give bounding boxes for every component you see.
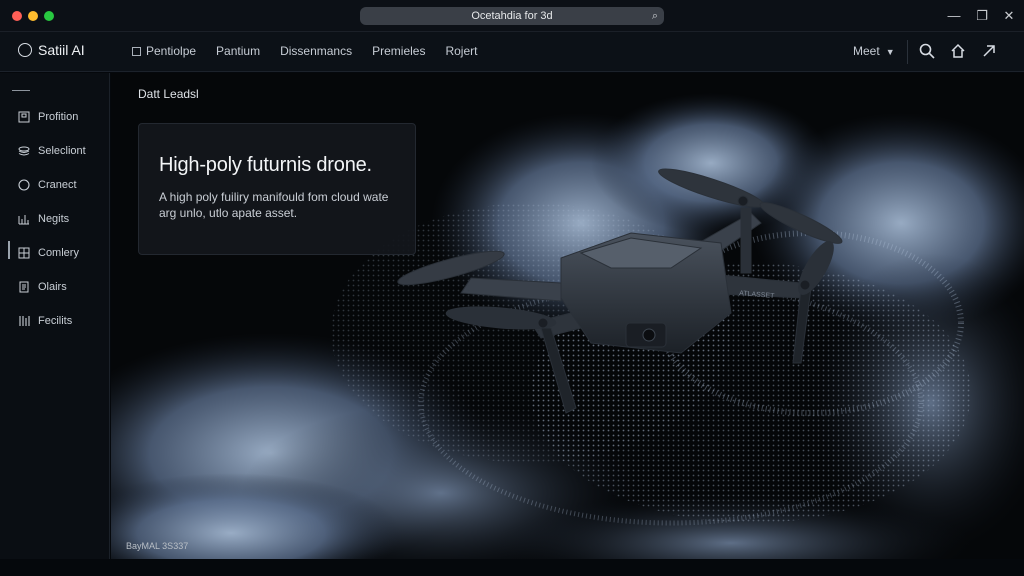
minimize-window-button[interactable] (28, 11, 38, 21)
info-card: High-poly futurnis drone. A high poly fu… (138, 123, 416, 255)
circle-icon (18, 179, 30, 191)
doc-icon (18, 281, 30, 293)
url-title: Ocetahdia for 3d (471, 10, 553, 22)
section-label: Datt Leadsl (138, 87, 199, 101)
nav-item-dissenmancs[interactable]: Dissenmancs (280, 44, 352, 58)
sidebar-item-label: Negits (38, 213, 70, 225)
sidebar-item-label: Profition (38, 111, 79, 123)
close-icon[interactable]: ✕ (1001, 8, 1017, 24)
main-canvas: ATLASSET Datt Leadsl High-poly futurnis … (111, 73, 1024, 559)
brand-name: Satiil AI (38, 42, 85, 58)
sidebar-active-indicator (8, 241, 10, 259)
meet-label: Meet (853, 44, 880, 58)
url-bar[interactable]: Ocetahdia for 3d ⌕ (360, 7, 664, 25)
nav-item-premieles[interactable]: Premieles (372, 44, 425, 58)
brand-logo-icon (18, 43, 32, 57)
card-title: High-poly futurnis drone. (159, 154, 372, 176)
sidebar-item-label: Comlery (38, 247, 79, 259)
layers-icon (18, 145, 30, 157)
maximize-window-button[interactable] (44, 11, 54, 21)
sidebar-item-fecilits[interactable]: Fecilits (18, 315, 72, 327)
sidebar-item-profition[interactable]: Profition (18, 111, 78, 123)
sidebar: Profition Selecliont Cranect Negits Coml… (0, 73, 110, 576)
nav-items: Pentiolpe Pantium Dissenmancs Premieles … (132, 44, 477, 58)
sidebar-item-negits[interactable]: Negits (18, 213, 69, 225)
url-search-icon[interactable]: ⌕ (652, 7, 658, 25)
window-titlebar: Ocetahdia for 3d ⌕ — ❐ ✕ (0, 0, 1024, 32)
frame-icon (18, 111, 30, 123)
nav-square-icon (132, 46, 141, 56)
sidebar-item-label: Olairs (38, 281, 67, 293)
sidebar-item-olairs[interactable]: Olairs (18, 281, 67, 293)
chevron-down-icon: ▼ (885, 47, 895, 57)
sidebar-item-selecliont[interactable]: Selecliont (18, 145, 86, 157)
watermark-text: BayMAL 3S337 (126, 541, 189, 551)
chart-icon (18, 213, 30, 225)
sidebar-item-label: Cranect (38, 179, 77, 191)
sidebar-collapse-handle[interactable] (12, 90, 30, 91)
sidebar-item-comlery[interactable]: Comlery (18, 247, 79, 259)
toolbar-divider (907, 40, 908, 64)
nav-item-label: Rojert (445, 44, 478, 58)
nav-item-label: Pantium (216, 44, 261, 58)
top-navigation: Satiil AI Pentiolpe Pantium Dissenmancs … (0, 32, 1024, 72)
traffic-lights (12, 11, 54, 21)
bars-icon (18, 315, 30, 327)
restore-icon[interactable]: ❐ (974, 8, 990, 24)
sidebar-item-cranect[interactable]: Cranect (18, 179, 77, 191)
nav-item-pentiolpe[interactable]: Pentiolpe (132, 44, 196, 58)
nav-item-label: Premieles (372, 44, 426, 58)
bottom-strip (0, 559, 1024, 576)
nav-item-label: Pentiolpe (146, 44, 197, 58)
minimize-icon[interactable]: — (946, 8, 962, 24)
meet-dropdown[interactable]: Meet ▼ (853, 44, 895, 58)
nav-item-pantium[interactable]: Pantium (216, 44, 260, 58)
nav-item-rojert[interactable]: Rojert (445, 44, 477, 58)
sidebar-item-label: Fecilits (38, 315, 73, 327)
card-description: A high poly fuiliry manifould fom cloud … (159, 190, 389, 220)
nav-item-label: Dissenmancs (280, 44, 353, 58)
grid-icon (18, 247, 30, 259)
share-icon[interactable] (980, 42, 998, 60)
close-window-button[interactable] (12, 11, 22, 21)
sidebar-item-label: Selecliont (38, 145, 86, 157)
brand[interactable]: Satiil AI (18, 42, 85, 58)
home-icon[interactable] (949, 42, 967, 60)
search-icon[interactable] (918, 42, 936, 60)
